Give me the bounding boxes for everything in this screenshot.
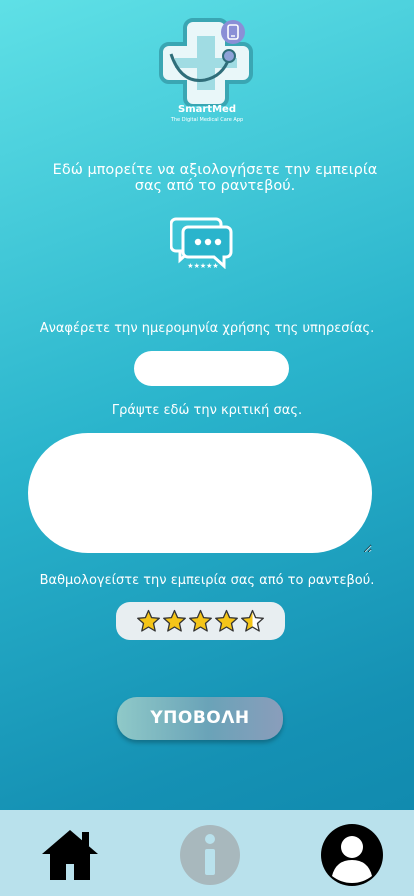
medical-cross-stethoscope-logo-icon — [159, 18, 253, 108]
logo-subtitle: The Digital Medical Care App — [170, 117, 244, 123]
home-icon[interactable] — [38, 824, 102, 886]
smartmed-logo: SmartMed The Digital Medical Care App — [157, 14, 257, 124]
star-full-icon[interactable] — [188, 609, 213, 634]
star-full-icon[interactable] — [136, 609, 161, 634]
rating-label: Βαθμολογείστε την εμπειρία σας από το ρα… — [39, 573, 375, 588]
user-profile-icon[interactable] — [320, 824, 384, 886]
submit-button[interactable]: ΥΠΟΒΟΛΗ — [117, 697, 283, 740]
star-half-icon[interactable] — [240, 609, 265, 634]
star-rating[interactable] — [116, 602, 285, 640]
date-input[interactable] — [134, 351, 289, 386]
star-full-icon[interactable] — [162, 609, 187, 634]
intro-text: Εδώ μπορείτε να αξιολογήσετε την εμπειρί… — [52, 162, 378, 194]
star-full-icon[interactable] — [214, 609, 239, 634]
bottom-nav — [0, 810, 414, 896]
date-label: Αναφέρετε την ημερομηνία χρήσης της υπηρ… — [39, 321, 375, 336]
chat-bubbles-rating-icon: ★★★★★ — [169, 213, 236, 270]
review-label: Γράψτε εδώ την κριτική σας. — [111, 403, 303, 418]
info-icon[interactable] — [178, 824, 242, 886]
svg-text:★★★★★: ★★★★★ — [187, 262, 218, 269]
logo-title: SmartMed — [178, 104, 236, 115]
review-textarea[interactable] — [28, 433, 372, 553]
